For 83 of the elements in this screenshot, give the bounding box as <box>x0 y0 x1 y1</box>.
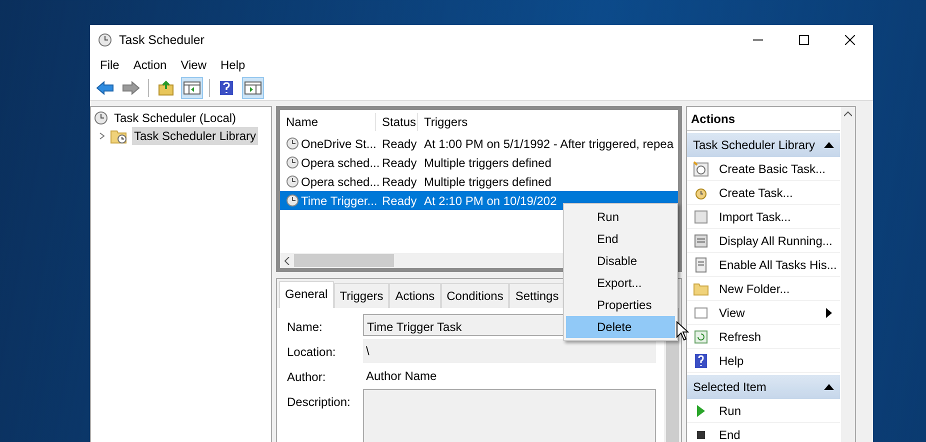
menu-item[interactable]: Action <box>126 56 174 74</box>
scroll-up-icon[interactable] <box>844 111 852 117</box>
command-entry[interactable]: Display All Running... <box>687 229 840 253</box>
folder-clock-icon <box>110 128 128 144</box>
menu-item[interactable]: Delete <box>566 316 675 338</box>
task-status: Ready <box>381 192 418 210</box>
task-row[interactable]: OneDrive St... Ready At 1:00 PM on 5/1/1992 - After triggered, repea <box>280 134 678 153</box>
field-label: Location: <box>287 344 337 361</box>
command-entry[interactable]: Import Task... <box>687 205 840 229</box>
clock-icon <box>286 194 299 207</box>
column-header[interactable]: Status <box>376 113 418 131</box>
task-row[interactable]: Opera sched... Ready Multiple triggers defined <box>280 153 678 172</box>
section-header[interactable]: Task Scheduler Library <box>687 133 840 157</box>
field-label: Name: <box>287 319 324 336</box>
clock-icon <box>94 111 108 125</box>
folder-icon <box>693 280 709 296</box>
window-title: Task Scheduler <box>119 32 204 49</box>
collapsed-chevron-icon[interactable] <box>98 132 106 140</box>
task-name: OneDrive St... <box>301 136 376 152</box>
command-entry[interactable]: Run <box>687 399 840 423</box>
task-trigger: At 1:00 PM on 5/1/1992 - After triggered, repea <box>423 136 674 152</box>
refresh-icon <box>693 328 709 344</box>
column-header[interactable]: Name <box>280 113 376 131</box>
command-entry[interactable]: View <box>687 301 840 325</box>
tab[interactable]: Settings <box>509 283 565 308</box>
field-value: Author Name <box>365 368 438 385</box>
clock-icon <box>286 156 299 169</box>
menu-item[interactable]: Properties <box>566 294 675 316</box>
section-title: Task Scheduler Library <box>693 137 816 154</box>
back-arrow-icon[interactable] <box>96 80 114 96</box>
vertical-scrollbar[interactable] <box>841 107 855 442</box>
command-entry[interactable]: New Folder... <box>687 277 840 301</box>
pane-toggle-icon[interactable] <box>183 80 201 96</box>
tab[interactable]: Conditions <box>440 283 510 308</box>
field-label: Description: <box>287 394 352 411</box>
command-entry[interactable]: Enable All Tasks His... <box>687 253 840 277</box>
menu-item[interactable]: File <box>93 56 126 74</box>
task-trigger: Multiple triggers defined <box>423 174 552 190</box>
list-icon <box>693 232 709 248</box>
scroll-left-icon[interactable] <box>284 256 290 264</box>
tab[interactable]: Triggers <box>334 283 390 308</box>
help-icon[interactable] <box>218 80 236 96</box>
forward-arrow-icon[interactable] <box>122 80 140 96</box>
task-name: Time Trigger... <box>301 192 378 210</box>
field-value: \ <box>363 339 656 363</box>
menu-item[interactable]: View <box>174 56 214 74</box>
clock-icon <box>286 137 299 150</box>
menu-item[interactable]: End <box>566 228 675 250</box>
clock-icon <box>286 175 299 188</box>
command-entry[interactable]: Refresh <box>687 325 840 349</box>
tab[interactable]: Actions <box>389 283 441 308</box>
task-name: Opera sched... <box>301 174 380 190</box>
tree-item[interactable]: Task Scheduler Library <box>132 127 258 145</box>
window-icon <box>693 304 709 320</box>
collapse-arrow-icon[interactable] <box>824 142 834 148</box>
section-header[interactable]: Selected Item <box>687 375 840 399</box>
task-trigger: Multiple triggers defined <box>423 154 552 172</box>
section-title: Selected Item <box>693 379 766 396</box>
command-entry[interactable]: Help <box>687 349 840 373</box>
tree-item[interactable]: Task Scheduler (Local) <box>112 109 238 127</box>
command-entry[interactable]: Create Basic Task... <box>687 157 840 181</box>
tab[interactable]: General <box>279 281 334 308</box>
help-icon <box>693 352 709 368</box>
menu-item[interactable]: Disable <box>566 250 675 272</box>
task-status: Ready <box>381 136 418 152</box>
clock-icon <box>98 33 112 47</box>
folder-up-icon[interactable] <box>157 80 175 96</box>
pane-title: Actions <box>687 107 840 131</box>
field-label: Author: <box>287 369 327 386</box>
menu-item[interactable]: Help <box>214 56 252 74</box>
document-icon <box>693 256 709 272</box>
pane-toggle-icon[interactable] <box>244 80 262 96</box>
submenu-arrow-icon <box>826 308 832 318</box>
collapse-arrow-icon[interactable] <box>824 384 834 390</box>
task-trigger: At 2:10 PM on 10/19/202 <box>423 192 558 210</box>
maximize-icon <box>799 35 809 45</box>
command-entry[interactable]: End <box>687 423 840 442</box>
task-name: Opera sched... <box>301 154 380 172</box>
command-entry[interactable]: Create Task... <box>687 181 840 205</box>
close-icon <box>845 35 855 45</box>
menu-item[interactable]: Export... <box>566 272 675 294</box>
column-header[interactable]: Triggers <box>418 113 678 131</box>
task-row[interactable]: Opera sched... Ready Multiple triggers defined <box>280 172 678 191</box>
